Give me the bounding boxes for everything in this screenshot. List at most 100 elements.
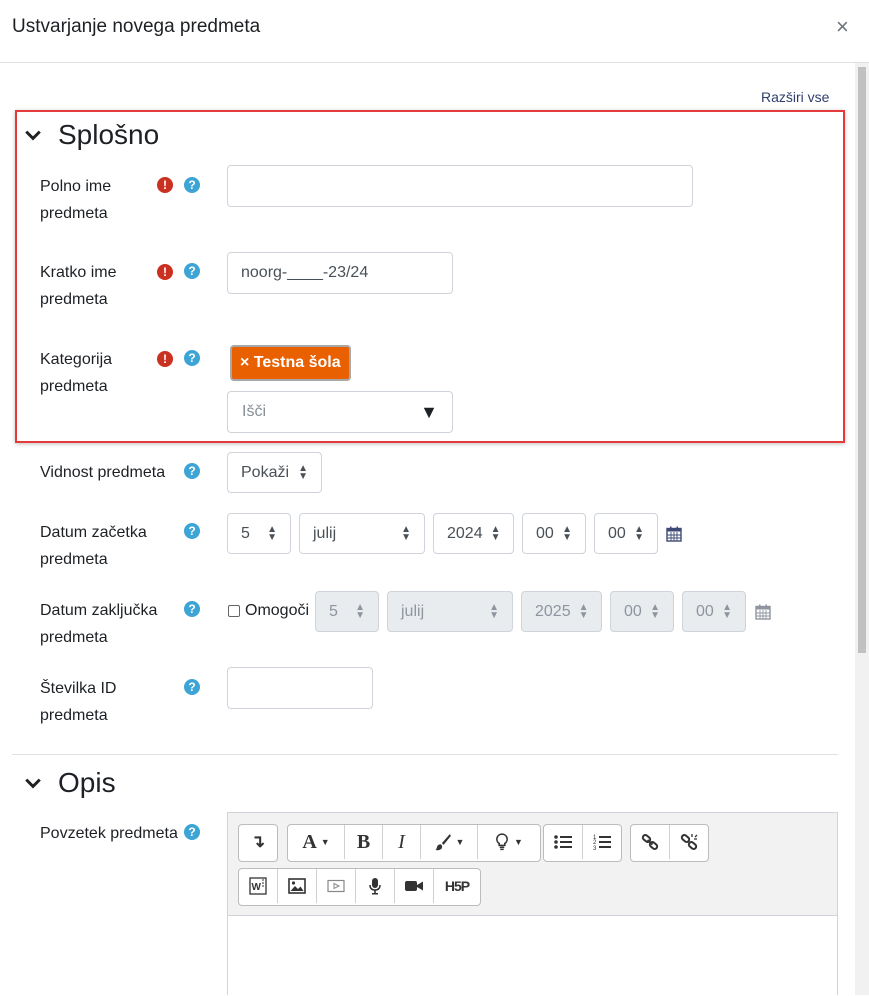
- startdate-day-select[interactable]: 5 ▲ ▼: [227, 513, 291, 554]
- section-general-toggle[interactable]: Splošno: [24, 119, 159, 151]
- toolbar-group-media: W H5P: [238, 868, 481, 906]
- startdate-label: Datum začetka predmeta: [40, 524, 147, 568]
- summary-editor[interactable]: ↴ A ▼ B I ▼ ▼ 123 W H5P: [227, 812, 838, 996]
- collapse-toolbar-button[interactable]: ↴: [239, 825, 277, 859]
- image-icon: [288, 878, 306, 894]
- editor-content-area[interactable]: [228, 916, 837, 996]
- font-icon: A: [302, 830, 317, 853]
- enddate-month-value: julij: [401, 602, 425, 620]
- question-circle-icon[interactable]: ?: [184, 824, 200, 840]
- link-button[interactable]: [631, 825, 670, 859]
- record-video-button[interactable]: [395, 869, 434, 903]
- category-search-select[interactable]: Išči ▼: [227, 391, 453, 433]
- fullname-input[interactable]: [227, 165, 693, 207]
- idnumber-label: Številka ID predmeta: [40, 680, 117, 724]
- scrollbar[interactable]: [855, 63, 869, 995]
- unlink-button[interactable]: [670, 825, 708, 859]
- paint-brush-icon: [434, 834, 451, 851]
- startdate-year-select[interactable]: 2024 ▲ ▼: [433, 513, 514, 554]
- h5p-button[interactable]: H5P: [434, 869, 480, 903]
- ordered-list-icon: 123: [593, 835, 611, 851]
- scrollbar-thumb[interactable]: [858, 67, 866, 653]
- enddate-year-select[interactable]: 2025 ▲ ▼: [521, 591, 602, 632]
- section-general-title: Splošno: [58, 119, 160, 150]
- dropdown-arrow-icon: ▼: [420, 401, 438, 422]
- dropdown-caret-icon: ▼: [320, 837, 330, 847]
- enddate-enable-label[interactable]: Omogoči: [245, 602, 309, 620]
- section-divider: [12, 754, 838, 755]
- record-audio-button[interactable]: [356, 869, 395, 903]
- enddate-month-select[interactable]: julij ▲ ▼: [387, 591, 513, 632]
- chevron-down-icon: [25, 778, 41, 789]
- shortname-input[interactable]: noorg-____-23/24: [227, 252, 453, 294]
- svg-text:3: 3: [593, 846, 597, 851]
- chevron-down-icon: [25, 130, 41, 141]
- summary-label: Povzetek predmeta: [40, 825, 178, 842]
- toolbar-group-lists: 123: [543, 824, 622, 862]
- unordered-list-icon: [554, 835, 572, 849]
- lightbulb-button[interactable]: ▼: [478, 825, 540, 859]
- italic-button[interactable]: I: [383, 825, 421, 859]
- word-icon: W: [249, 877, 267, 895]
- font-style-button[interactable]: A ▼: [288, 825, 345, 859]
- category-selected-badge[interactable]: × Testna šola: [230, 345, 351, 381]
- question-circle-icon[interactable]: ?: [184, 263, 200, 279]
- sort-caret-icon: ▲ ▼: [298, 462, 308, 482]
- sort-caret-icon: ▲ ▼: [490, 523, 501, 543]
- startdate-month-select[interactable]: julij ▲ ▼: [299, 513, 425, 554]
- category-search-placeholder: Išči: [242, 403, 266, 420]
- modal-header: Ustvarjanje novega predmeta ×: [0, 0, 869, 63]
- category-label: Kategorija predmeta: [40, 351, 113, 395]
- toolbar-group-links: [630, 824, 709, 862]
- visibility-select[interactable]: Pokaži ▲ ▼: [227, 452, 322, 493]
- word-paste-button[interactable]: W: [239, 869, 278, 903]
- question-circle-icon[interactable]: ?: [184, 350, 200, 366]
- enddate-enable-checkbox[interactable]: [228, 605, 240, 617]
- video-camera-icon: [405, 881, 423, 891]
- bold-button[interactable]: B: [345, 825, 383, 859]
- question-circle-icon[interactable]: ?: [184, 463, 200, 479]
- enddate-minute-select[interactable]: 00 ▲ ▼: [682, 591, 746, 632]
- dropdown-caret-icon: ▼: [514, 837, 523, 847]
- calendar-icon[interactable]: [666, 526, 682, 542]
- idnumber-input[interactable]: [227, 667, 373, 709]
- enddate-year-value: 2025: [535, 602, 571, 620]
- question-circle-icon[interactable]: ?: [184, 523, 200, 539]
- enddate-label: Datum zaključka predmeta: [40, 602, 158, 646]
- question-circle-icon[interactable]: ?: [184, 679, 200, 695]
- image-button[interactable]: [278, 869, 317, 903]
- question-circle-icon[interactable]: ?: [184, 177, 200, 193]
- exclamation-circle-icon: !: [157, 177, 173, 193]
- sort-caret-icon: ▲ ▼: [578, 601, 589, 621]
- media-file-icon: [327, 879, 345, 893]
- enddate-day-select[interactable]: 5 ▲ ▼: [315, 591, 379, 632]
- question-circle-icon[interactable]: ?: [184, 601, 200, 617]
- sort-caret-icon: ▲ ▼: [634, 523, 644, 543]
- startdate-minute-select[interactable]: 00 ▲ ▼: [594, 513, 658, 554]
- ordered-list-button[interactable]: 123: [583, 825, 621, 859]
- microphone-icon: [369, 878, 381, 895]
- exclamation-circle-icon: !: [157, 351, 173, 367]
- startdate-year-value: 2024: [447, 524, 483, 542]
- expand-all-link[interactable]: Razširi vse: [761, 89, 829, 105]
- media-button[interactable]: [317, 869, 356, 903]
- enddate-hour-value: 00: [624, 602, 642, 620]
- unordered-list-button[interactable]: [544, 825, 583, 859]
- section-description-toggle[interactable]: Opis: [24, 767, 116, 799]
- calendar-icon[interactable]: [755, 604, 771, 620]
- editor-toolbar: ↴ A ▼ B I ▼ ▼ 123 W H5P: [228, 813, 837, 916]
- enddate-hour-select[interactable]: 00 ▲ ▼: [610, 591, 674, 632]
- exclamation-circle-icon: !: [157, 264, 173, 280]
- paint-brush-button[interactable]: ▼: [421, 825, 478, 859]
- enddate-minute-value: 00: [696, 602, 714, 620]
- startdate-hour-select[interactable]: 00 ▲ ▼: [522, 513, 586, 554]
- sort-caret-icon: ▲ ▼: [355, 601, 365, 621]
- sort-caret-icon: ▲ ▼: [401, 523, 411, 543]
- link-icon: [641, 834, 659, 850]
- visibility-label: Vidnost predmeta: [40, 464, 166, 481]
- modal-title: Ustvarjanje novega predmeta: [12, 16, 261, 37]
- close-button[interactable]: ×: [836, 16, 849, 38]
- sort-caret-icon: ▲ ▼: [650, 601, 660, 621]
- sort-caret-icon: ▲ ▼: [489, 601, 499, 621]
- lightbulb-icon: [496, 833, 508, 851]
